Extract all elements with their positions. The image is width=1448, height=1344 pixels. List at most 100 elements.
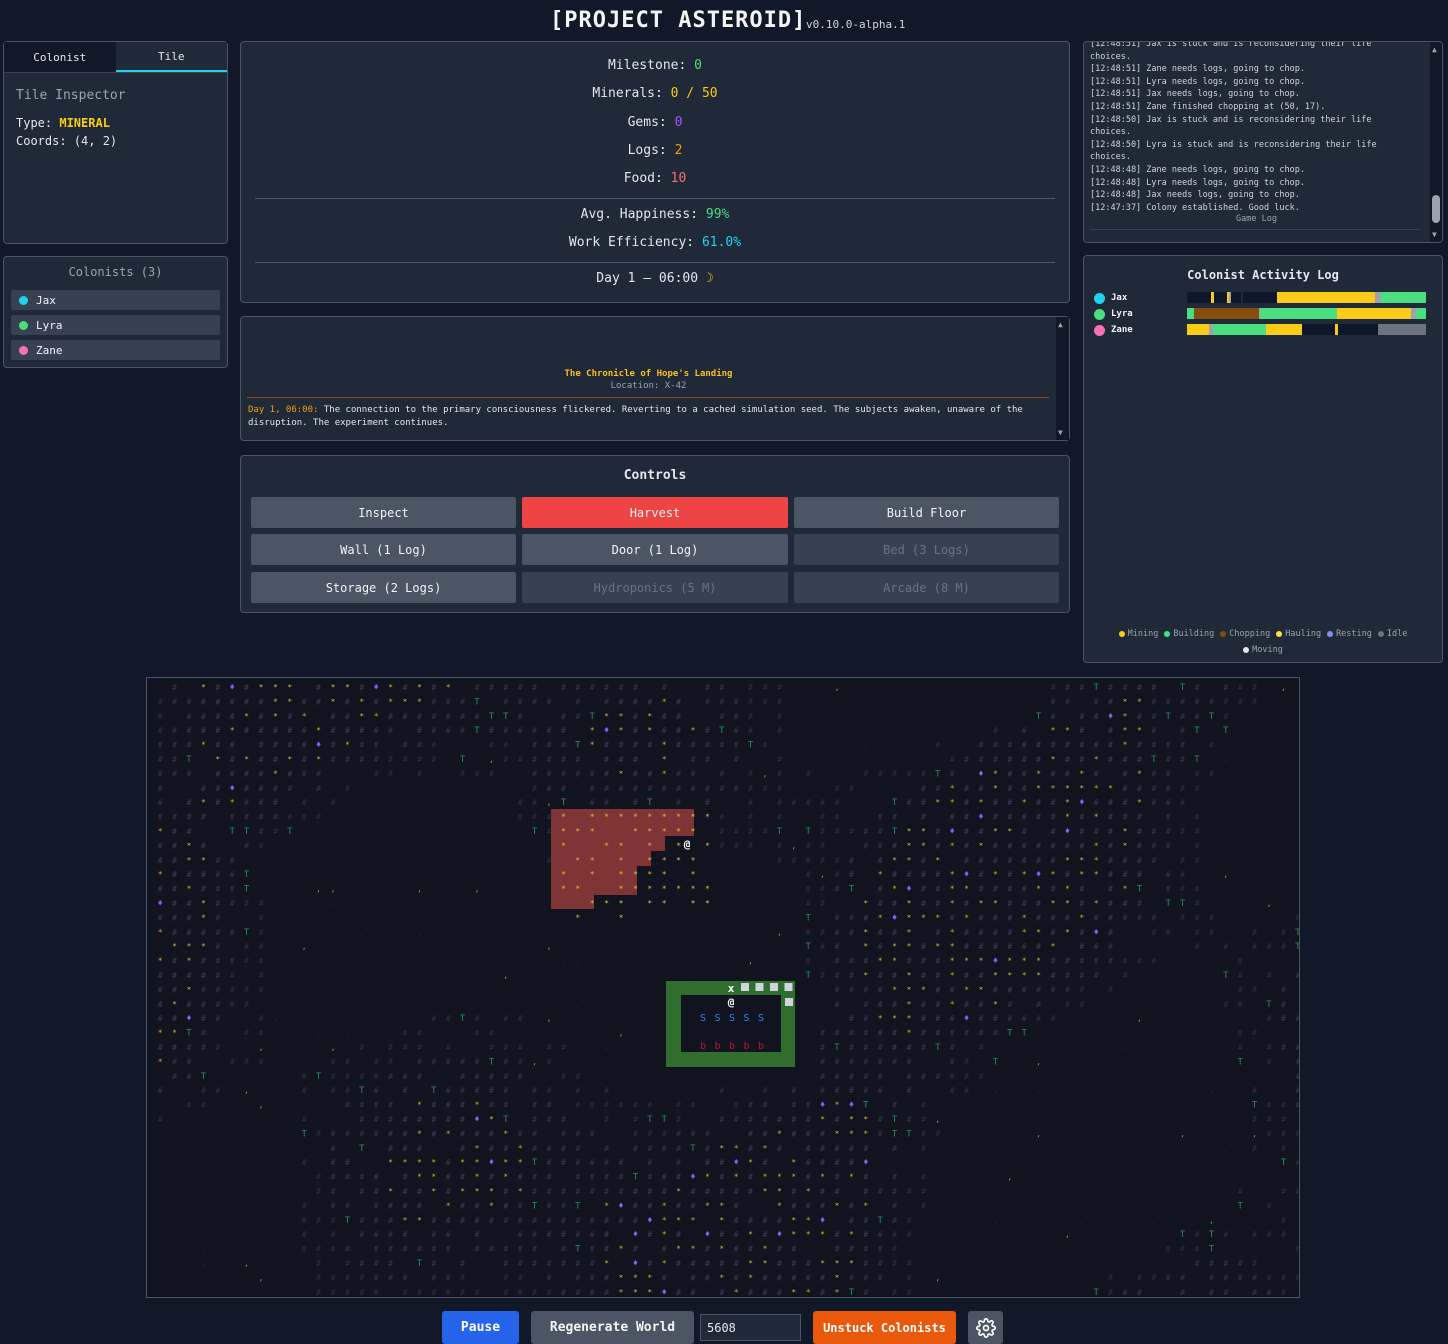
tab-tile[interactable]: Tile [115, 42, 227, 72]
svg-text:#: # [331, 1173, 336, 1182]
svg-text:#: # [907, 1216, 912, 1225]
scroll-thumb[interactable] [1432, 195, 1440, 223]
seed-input[interactable] [700, 1314, 801, 1341]
svg-text:#: # [820, 1072, 825, 1081]
svg-text:#: # [345, 1101, 350, 1110]
svg-text:#: # [1022, 769, 1027, 778]
svg-text:*: * [158, 928, 163, 937]
svg-text:#: # [316, 1129, 321, 1138]
hydroponics-button[interactable]: Hydroponics (5 M) [522, 572, 788, 603]
svg-text:#: # [676, 1158, 681, 1167]
svg-text:#: # [374, 1115, 379, 1124]
tab-colonist[interactable]: Colonist [4, 42, 116, 72]
svg-text:#: # [1108, 1273, 1113, 1282]
svg-text:#: # [1007, 899, 1012, 908]
svg-text:#: # [403, 755, 408, 764]
svg-text:#: # [431, 1273, 436, 1282]
svg-text:#: # [460, 697, 465, 706]
svg-text:#: # [892, 1043, 897, 1052]
svg-text:#: # [935, 957, 940, 966]
svg-text:#: # [201, 1000, 206, 1009]
svg-text:#: # [748, 1173, 753, 1182]
svg-text:#: # [417, 1043, 422, 1052]
svg-text:T: T [719, 726, 725, 736]
svg-text:*: * [964, 957, 969, 966]
svg-text:#: # [878, 813, 883, 822]
svg-text:#: # [647, 1187, 652, 1196]
svg-text:#: # [964, 899, 969, 908]
door-button[interactable]: Door (1 Log) [522, 534, 788, 565]
svg-text:#: # [1238, 1187, 1243, 1196]
svg-text:#: # [489, 1086, 494, 1095]
svg-text:#: # [187, 741, 192, 750]
svg-text:T: T [1223, 726, 1229, 736]
scroll-up-icon[interactable]: ▲ [1058, 320, 1063, 329]
storage-button[interactable]: Storage (2 Logs) [251, 572, 516, 603]
svg-text:#: # [907, 1230, 912, 1239]
colonist-color-dot [19, 345, 28, 355]
logs-stat: Logs: 2 [241, 143, 1069, 158]
svg-text:#: # [820, 1029, 825, 1038]
svg-text:#: # [1252, 1230, 1257, 1239]
scroll-down-icon[interactable]: ▼ [1432, 230, 1437, 239]
svg-text:#: # [719, 741, 724, 750]
inspect-button[interactable]: Inspect [251, 497, 516, 528]
svg-text:#: # [187, 913, 192, 922]
svg-text:*: * [1036, 769, 1041, 778]
svg-text:#: # [921, 856, 926, 865]
svg-text:#: # [935, 928, 940, 937]
colonist-item-zane[interactable]: Zane [11, 340, 220, 360]
svg-text:#: # [806, 1101, 811, 1110]
svg-text:#: # [547, 1201, 552, 1210]
svg-text:*: * [561, 827, 566, 836]
scroll-down-icon[interactable]: ▼ [1058, 428, 1063, 437]
svg-text:#: # [561, 1115, 566, 1124]
svg-text:T: T [1007, 1029, 1013, 1039]
svg-text:#: # [561, 1201, 566, 1210]
svg-text:#: # [1238, 985, 1243, 994]
svg-text:#: # [403, 1288, 408, 1297]
svg-text:*: * [1007, 957, 1012, 966]
svg-text:#: # [705, 1158, 710, 1167]
arcade-button[interactable]: Arcade (8 M) [794, 572, 1059, 603]
world-map[interactable]: # * # ♦ # * * * # * * # ♦ * # * # * # # # # # # # # # # # # # # # # #., # # #… [146, 677, 1300, 1298]
world-map-canvas[interactable]: # * # ♦ # * * * # * * # ♦ * # * # * # # # # # # # # # # # # # # # # #., # # #… [147, 678, 1300, 1298]
svg-text:#: # [921, 1173, 926, 1182]
svg-text:#: # [187, 813, 192, 822]
build-floor-button[interactable]: Build Floor [794, 497, 1059, 528]
svg-text:#: # [1065, 683, 1070, 692]
svg-text:#: # [503, 1057, 508, 1066]
svg-text:.: . [345, 1029, 350, 1038]
chronicle-panel: The Chronicle of Hope's Landing Location… [240, 316, 1070, 441]
colonist-color-dot [1094, 324, 1105, 336]
bed-button[interactable]: Bed (3 Logs) [794, 534, 1059, 565]
svg-text:#: # [431, 741, 436, 750]
svg-text:#: # [633, 1101, 638, 1110]
svg-text:#: # [763, 1158, 768, 1167]
harvest-button[interactable]: Harvest [522, 497, 788, 528]
pause-button[interactable]: Pause [442, 1311, 519, 1344]
chronicle-scrollbar[interactable]: ▲ ▼ [1056, 317, 1069, 440]
game-log-scrollbar[interactable]: ▲ ▼ [1430, 42, 1442, 242]
svg-text:*: * [878, 1014, 883, 1023]
svg-text:#: # [201, 885, 206, 894]
svg-text:#: # [201, 870, 206, 879]
colonist-item-lyra[interactable]: Lyra [11, 315, 220, 335]
svg-text:#: # [259, 1057, 264, 1066]
regenerate-world-button[interactable]: Regenerate World [531, 1311, 694, 1344]
svg-text:#: # [1195, 769, 1200, 778]
settings-button[interactable] [968, 1311, 1003, 1344]
logs-value: 2 [674, 143, 683, 158]
unstuck-colonists-button[interactable]: Unstuck Colonists [813, 1311, 956, 1344]
svg-text:#: # [777, 798, 782, 807]
svg-text:#: # [1195, 1259, 1200, 1268]
svg-text:#: # [158, 798, 163, 807]
wall-button[interactable]: Wall (1 Log) [251, 534, 516, 565]
svg-text:*: * [460, 1158, 465, 1167]
scroll-up-icon[interactable]: ▲ [1432, 45, 1437, 54]
svg-text:#: # [763, 683, 768, 692]
svg-text:#: # [892, 769, 897, 778]
svg-text:#: # [345, 1129, 350, 1138]
svg-text:#: # [1022, 899, 1027, 908]
colonist-item-jax[interactable]: Jax [11, 290, 220, 310]
